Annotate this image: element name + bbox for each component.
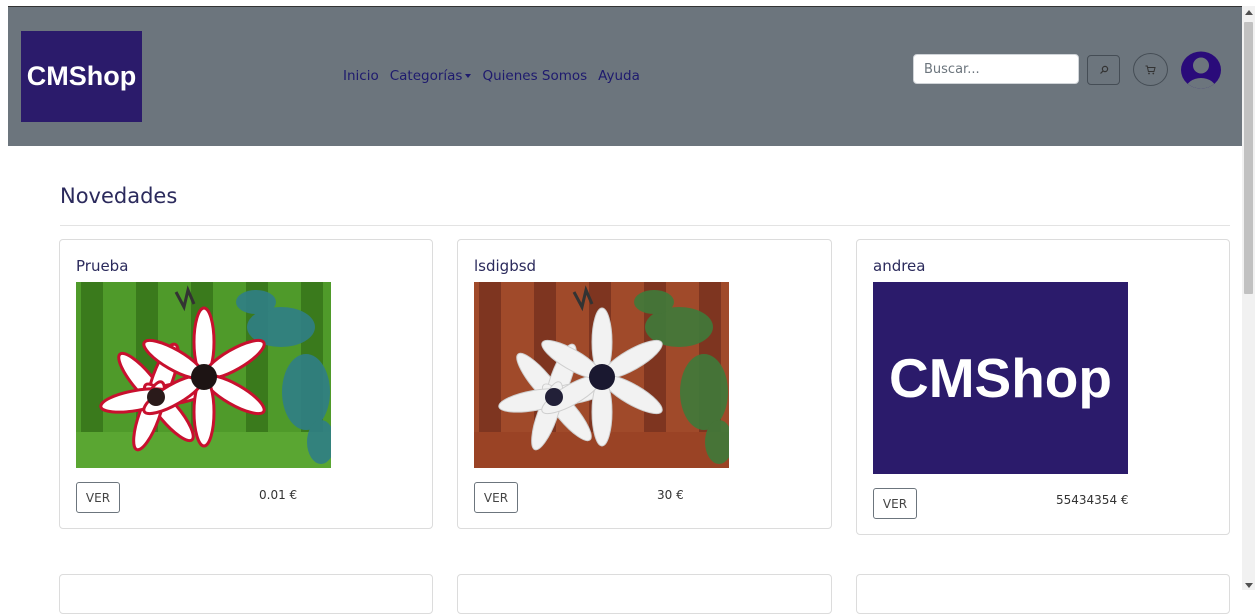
product-image[interactable] xyxy=(76,282,331,468)
product-price: 55434354 € xyxy=(1056,493,1129,507)
nav-link-quienes-somos[interactable]: Quienes Somos xyxy=(482,68,587,84)
cart-button[interactable] xyxy=(1133,53,1168,86)
product-card: andrea CMShop VER 55434354 € xyxy=(856,239,1230,535)
search-button[interactable] xyxy=(1087,55,1120,85)
view-product-button[interactable]: VER xyxy=(76,482,120,513)
brand-logo[interactable]: CMShop xyxy=(21,31,142,122)
scroll-down-arrow-icon[interactable] xyxy=(1245,583,1253,588)
nav-link-label: Categorías xyxy=(389,68,463,84)
product-title: lsdigbsd xyxy=(474,257,537,275)
product-card: Prueba VER 0.01 € xyxy=(59,239,433,529)
nav-link-ayuda[interactable]: Ayuda xyxy=(598,68,640,84)
product-card xyxy=(856,574,1230,614)
caret-down-icon xyxy=(465,74,472,78)
product-image[interactable] xyxy=(474,282,729,468)
page-title: Novedades xyxy=(60,184,178,208)
view-product-button[interactable]: VER xyxy=(873,488,917,519)
nav-dropdown-categorias[interactable]: Categorías xyxy=(390,68,472,84)
nav-link-inicio[interactable]: Inicio xyxy=(343,68,379,84)
cart-icon xyxy=(1145,65,1156,74)
user-avatar-icon[interactable] xyxy=(1180,51,1222,89)
main-nav: Inicio Categorías Quienes Somos Ayuda xyxy=(343,68,640,84)
product-card: lsdigbsd VER 30 € xyxy=(457,239,832,529)
search-input[interactable] xyxy=(913,54,1079,84)
product-title: andrea xyxy=(873,257,926,275)
section-divider xyxy=(60,225,1230,226)
scroll-up-arrow-icon[interactable] xyxy=(1245,10,1253,15)
product-card xyxy=(59,574,433,614)
scrollbar-thumb[interactable] xyxy=(1244,22,1253,294)
product-image[interactable]: CMShop xyxy=(873,282,1128,474)
product-card xyxy=(457,574,832,614)
product-title: Prueba xyxy=(76,257,129,275)
view-product-button[interactable]: VER xyxy=(474,482,518,513)
search-icon xyxy=(1099,65,1108,74)
product-price: 30 € xyxy=(657,488,684,502)
product-price: 0.01 € xyxy=(259,488,298,502)
